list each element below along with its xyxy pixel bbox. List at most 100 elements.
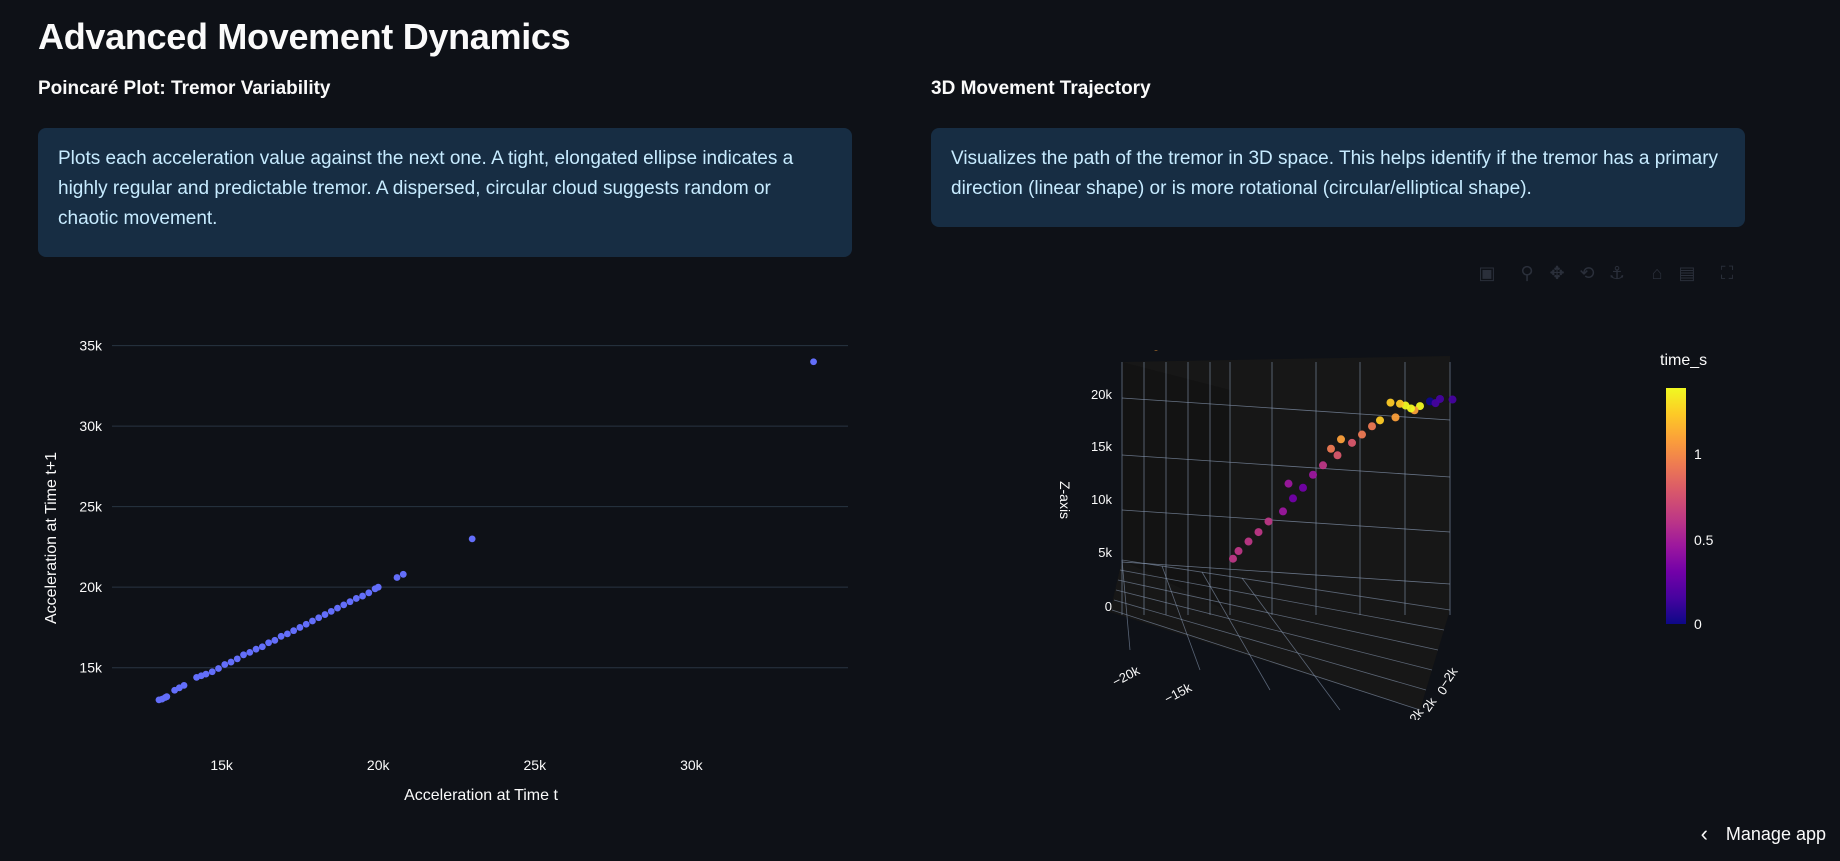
manage-app-button[interactable]: ‹ Manage app (1701, 821, 1826, 847)
poincare-y-tick: 20k (79, 579, 103, 595)
trajectory-x-tick: −15k (1162, 679, 1195, 706)
poincare-point (221, 661, 229, 668)
trajectory-point (1229, 554, 1237, 563)
poincare-point (233, 655, 241, 663)
poincare-point (810, 358, 817, 366)
trajectory-point (1264, 517, 1273, 526)
poincare-y-tick: 30k (79, 418, 103, 434)
trajectory-z-tick: 5k (1098, 545, 1112, 560)
poincare-point (296, 624, 304, 631)
poincare-x-tick: 30k (680, 757, 704, 773)
home-icon[interactable]: ⌂ (1642, 260, 1672, 286)
poincare-point (321, 611, 329, 618)
poincare-point (309, 617, 316, 625)
poincare-column: Poincaré Plot: Tremor Variability Plots … (38, 78, 852, 257)
poincare-point (393, 574, 401, 581)
zoom-icon[interactable]: ⚲ (1512, 260, 1542, 286)
poincare-x-tick: 20k (367, 757, 391, 773)
trajectory-z-tick: 20k (1091, 387, 1112, 402)
poincare-point (246, 648, 254, 656)
trajectory-info-text: Visualizes the path of the tremor in 3D … (951, 148, 1719, 199)
poincare-info-box: Plots each acceleration value against th… (38, 128, 852, 257)
fullscreen-icon[interactable]: ⛶ (1712, 260, 1742, 286)
poincare-y-axis-title: Acceleration at Time t+1 (43, 452, 60, 624)
poincare-point (240, 651, 247, 659)
poincare-point (227, 658, 235, 666)
poincare-point (215, 665, 222, 672)
trajectory-point (1348, 438, 1356, 447)
trajectory-point (1358, 430, 1366, 439)
trajectory-point (1234, 547, 1243, 556)
poincare-point (340, 601, 348, 609)
trajectory-point (1376, 416, 1384, 425)
time-colorbar: time_s 1 0.5 0 (1660, 352, 1750, 642)
trajectory-point (1254, 528, 1263, 537)
trajectory-z-tick: 15k (1091, 439, 1112, 454)
camera-icon[interactable]: ▣ (1472, 260, 1502, 286)
trajectory-point (1279, 507, 1287, 516)
poincare-plot[interactable]: 15k 20k 25k 30k 35k 15k 20k 25k 30k Acceleratio… (0, 330, 880, 830)
poincare-subheader: Poincaré Plot: Tremor Variability (38, 78, 331, 99)
poincare-point (180, 682, 188, 689)
chart-modebar: ▣ ⚲ ✥ ⟲ ⚓ ⌂ ▤ ⛶ (1472, 260, 1742, 286)
poincare-point (365, 589, 373, 597)
trajectory-subheader: 3D Movement Trajectory (931, 78, 1151, 99)
poincare-point (258, 643, 266, 651)
poincare-point (277, 632, 285, 640)
trajectory-point (1391, 413, 1400, 422)
pan-icon[interactable]: ✥ (1542, 260, 1572, 286)
poincare-point (399, 570, 407, 578)
trajectory-point (1309, 470, 1317, 479)
poincare-point (359, 592, 366, 600)
colorbar-title: time_s (1660, 352, 1708, 369)
poincare-point (315, 614, 323, 622)
page-title: Advanced Movement Dynamics (38, 16, 571, 57)
chevron-left-icon: ‹ (1700, 821, 1708, 846)
poincare-point (334, 604, 341, 612)
orbit-icon[interactable]: ⟲ (1572, 260, 1602, 286)
poincare-point (374, 583, 382, 591)
trajectory-point (1407, 404, 1415, 413)
colorbar-tick: 0 (1694, 616, 1702, 632)
poincare-info-text: Plots each acceleration value against th… (58, 148, 794, 229)
poincare-point (208, 668, 216, 676)
poincare-x-tick: 15k (210, 757, 234, 773)
poincare-point (283, 630, 291, 638)
trajectory-point (1396, 399, 1404, 408)
poincare-point (202, 670, 210, 678)
colorbar-tick: 1 (1694, 446, 1702, 462)
trajectory-point (1337, 435, 1345, 444)
trajectory-point (1299, 483, 1307, 492)
turntable-icon[interactable]: ⚓ (1602, 260, 1632, 286)
poincare-point (327, 607, 335, 615)
poincare-point (265, 639, 272, 647)
poincare-point (302, 620, 310, 628)
trajectory-point (1289, 494, 1297, 503)
manage-app-label: Manage app (1725, 823, 1826, 844)
poincare-point (252, 645, 260, 653)
poincare-point (290, 627, 298, 635)
poincare-y-tick: 25k (79, 499, 103, 515)
trajectory-z-tick: 0 (1105, 599, 1112, 614)
poincare-point (352, 595, 360, 602)
trajectory-point (1284, 479, 1293, 488)
trajectory-point (1319, 461, 1327, 470)
colorbar-gradient (1666, 388, 1686, 624)
colorbar-tick: 0.5 (1694, 532, 1714, 548)
trajectory-info-box: Visualizes the path of the tremor in 3D … (931, 128, 1745, 227)
poincare-point (346, 598, 354, 606)
trajectory-point (1244, 537, 1253, 546)
poincare-y-tick: 15k (79, 660, 103, 676)
trajectory-x-tick: −20k (1110, 662, 1143, 689)
trajectory-3d-plot[interactable]: 05k10k15k20kZ-axis−20k−15k−2k02k2k (1040, 350, 1480, 720)
poincare-x-tick: 25k (524, 757, 548, 773)
trajectory-column: 3D Movement Trajectory Visualizes the pa… (931, 78, 1745, 227)
poincare-point (163, 693, 171, 701)
trajectory-z-tick: 10k (1091, 492, 1112, 507)
trajectory-point (1333, 451, 1342, 460)
camera-reset-icon[interactable]: ▤ (1672, 260, 1702, 286)
poincare-x-axis-title: Acceleration at Time t (404, 787, 558, 804)
trajectory-point (1368, 422, 1376, 431)
trajectory-point (1448, 395, 1457, 404)
trajectory-point (1436, 394, 1444, 403)
